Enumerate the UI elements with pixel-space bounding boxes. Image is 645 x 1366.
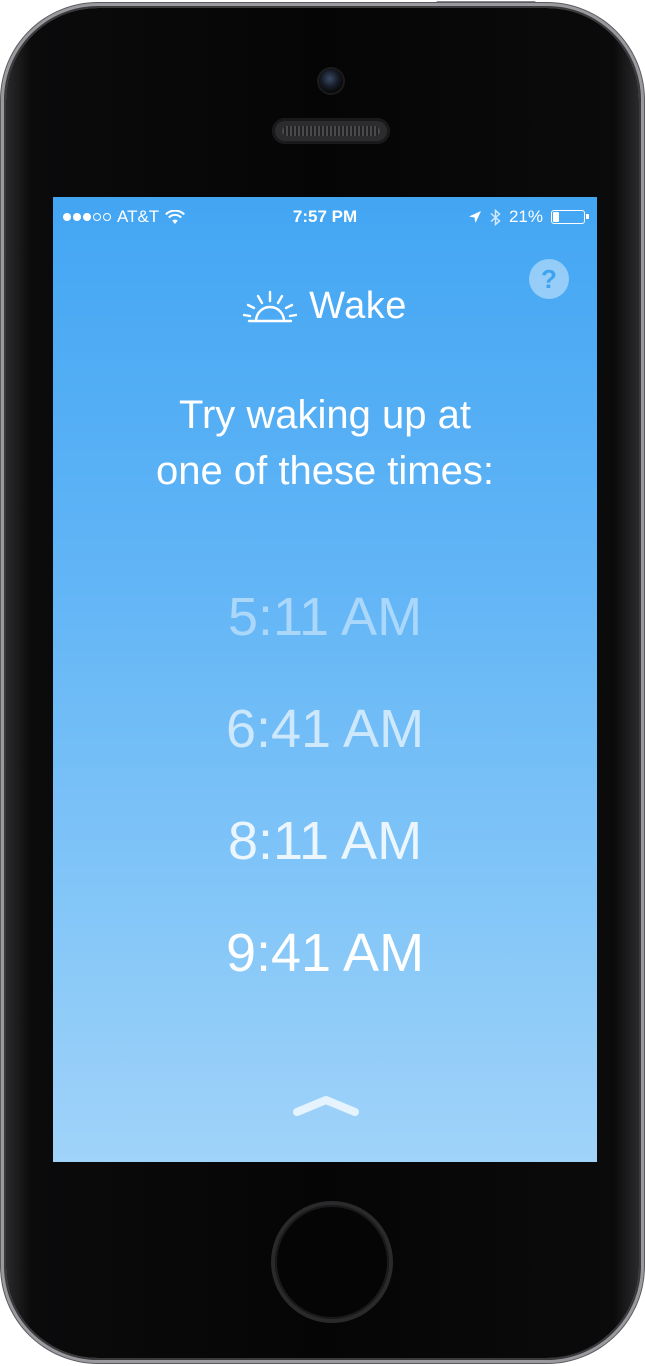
battery-fill xyxy=(553,212,559,222)
wake-time-option[interactable]: 9:41 AM xyxy=(53,921,597,985)
status-right: 21% xyxy=(468,207,589,227)
battery-icon xyxy=(551,210,589,224)
headline-line-1: Try waking up at xyxy=(179,393,471,437)
bluetooth-icon xyxy=(490,208,501,226)
app-screen: AT&T 7:57 PM 21% ? Wake Try waking up at… xyxy=(53,197,597,1162)
app-title: Wake xyxy=(309,285,407,327)
earpiece-speaker xyxy=(272,118,390,144)
home-button[interactable] xyxy=(275,1205,389,1319)
location-arrow-icon xyxy=(468,211,481,223)
chevron-up-icon[interactable] xyxy=(291,1092,361,1118)
wake-time-option[interactable]: 8:11 AM xyxy=(53,809,597,873)
battery-percent: 21% xyxy=(508,207,543,226)
app-brand: Wake xyxy=(53,285,597,328)
stage: AT&T 7:57 PM 21% ? Wake Try waking up at… xyxy=(0,0,645,1366)
wake-time-option[interactable]: 6:41 AM xyxy=(53,697,597,761)
wake-time-option[interactable]: 5:11 AM xyxy=(53,585,597,649)
status-bar: AT&T 7:57 PM 21% xyxy=(53,197,597,237)
headline: Try waking up at one of these times: xyxy=(53,387,597,499)
sunrise-icon xyxy=(243,290,298,322)
headline-line-2: one of these times: xyxy=(156,449,494,493)
front-camera xyxy=(319,69,343,93)
